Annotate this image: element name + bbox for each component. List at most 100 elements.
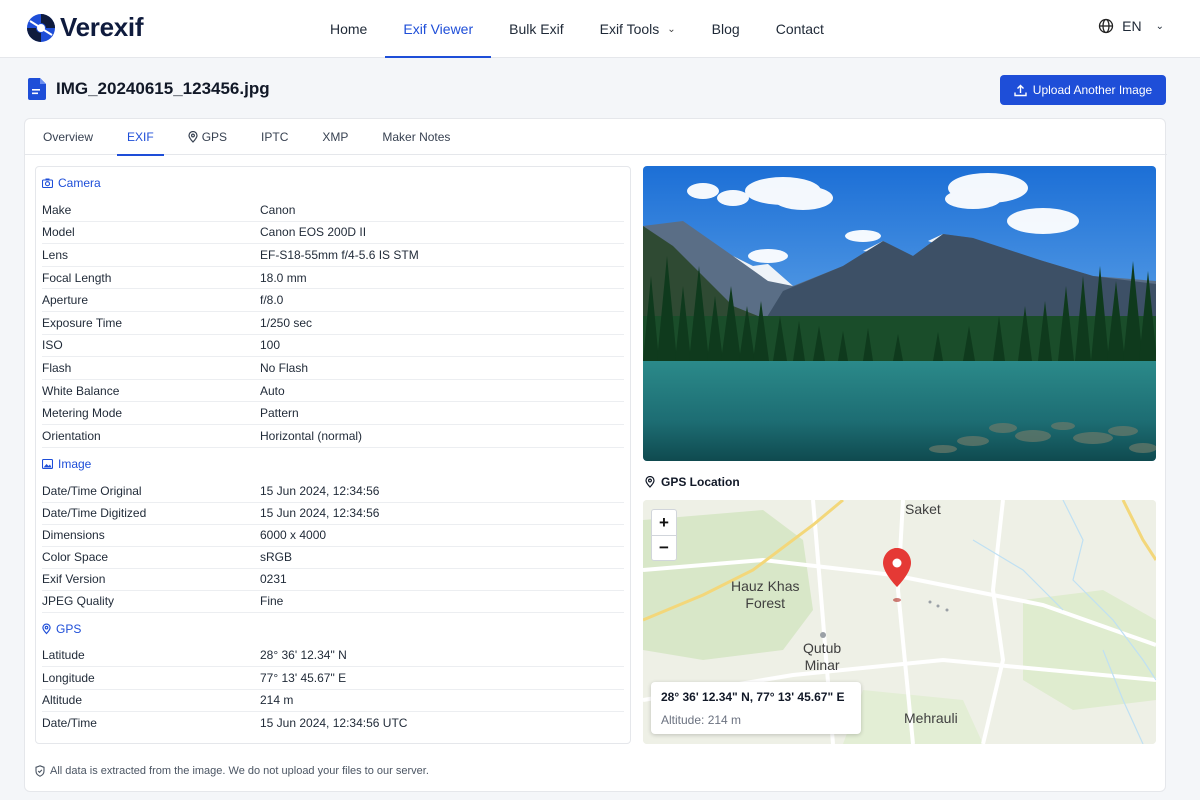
table-row: Metering Mode Pattern bbox=[42, 402, 624, 425]
top-navbar: Verexif Home Exif Viewer Bulk Exif Exif … bbox=[0, 0, 1200, 58]
row-value: 0231 bbox=[260, 572, 287, 587]
tab-overview[interactable]: Overview bbox=[33, 119, 103, 155]
tab-label: Maker Notes bbox=[382, 130, 451, 144]
section-gps: GPS bbox=[42, 613, 624, 645]
row-value: Horizontal (normal) bbox=[260, 428, 363, 443]
row-key: Aperture bbox=[42, 293, 89, 308]
table-row: Lens EF-S18-55mm f/4-5.6 IS STM bbox=[42, 244, 624, 267]
map-altitude: Altitude: 214 m bbox=[661, 713, 742, 727]
gps-rows: Latitude 28° 36' 12.34" N Longitude 77° 13… bbox=[42, 645, 624, 735]
image-icon bbox=[42, 459, 53, 470]
main-nav: Home Exif Viewer Bulk Exif Exif Tools ⌄ B… bbox=[312, 0, 842, 58]
exif-card: Overview EXIF GPS IPTC XMP Maker Notes C… bbox=[24, 118, 1167, 792]
row-key: JPEG Quality bbox=[42, 594, 115, 609]
section-title: Image bbox=[58, 457, 92, 472]
row-key: Date/Time Digitized bbox=[42, 506, 147, 521]
nav-exif-tools[interactable]: Exif Tools ⌄ bbox=[582, 0, 694, 58]
row-key: Flash bbox=[42, 360, 72, 375]
row-value: 6000 x 4000 bbox=[260, 528, 327, 543]
tab-maker-notes[interactable]: Maker Notes bbox=[372, 119, 460, 155]
row-key: Make bbox=[42, 202, 72, 217]
section-image: Image bbox=[42, 448, 624, 481]
table-row: Date/Time 15 Jun 2024, 12:34:56 UTC bbox=[42, 712, 624, 735]
row-value: Canon EOS 200D II bbox=[260, 225, 367, 240]
row-key: Altitude bbox=[42, 693, 83, 708]
row-value: Auto bbox=[260, 383, 285, 398]
row-key: Color Space bbox=[42, 550, 109, 565]
row-value: sRGB bbox=[260, 550, 293, 565]
map-label-saket: Saket bbox=[905, 501, 941, 517]
map-pin-icon bbox=[645, 476, 655, 488]
section-title: Camera bbox=[58, 176, 101, 190]
zoom-in-button[interactable]: + bbox=[652, 510, 676, 535]
row-value: 15 Jun 2024, 12:34:56 bbox=[260, 506, 380, 521]
row-key: Metering Mode bbox=[42, 406, 123, 421]
tab-exif[interactable]: EXIF bbox=[117, 119, 164, 156]
privacy-note-text: All data is extracted from the image. We… bbox=[50, 765, 429, 777]
section-title: GPS bbox=[56, 621, 82, 636]
file-icon bbox=[28, 78, 46, 100]
nav-contact[interactable]: Contact bbox=[758, 0, 842, 58]
metadata-tabs: Overview EXIF GPS IPTC XMP Maker Notes bbox=[25, 119, 1167, 156]
row-key: Longitude bbox=[42, 670, 95, 685]
upload-another-image-button[interactable]: Upload Another Image bbox=[1000, 75, 1166, 105]
row-value: 18.0 mm bbox=[260, 270, 307, 285]
row-value: 100 bbox=[260, 338, 281, 353]
map-zoom-controls: + − bbox=[651, 509, 677, 561]
tab-label: GPS bbox=[201, 130, 228, 144]
row-key: Date/Time bbox=[42, 716, 97, 731]
table-row: Orientation Horizontal (normal) bbox=[42, 425, 624, 448]
tab-xmp[interactable]: XMP bbox=[312, 119, 358, 155]
row-key: Date/Time Original bbox=[42, 484, 142, 499]
tab-label: XMP bbox=[322, 130, 349, 144]
row-value: 15 Jun 2024, 12:34:56 bbox=[260, 484, 380, 499]
tab-gps[interactable]: GPS bbox=[178, 119, 237, 155]
language-label: EN bbox=[1122, 18, 1142, 34]
table-row: White Balance Auto bbox=[42, 380, 624, 403]
table-row: Longitude 77° 13' 45.67" E bbox=[42, 667, 624, 690]
nav-bulk-exif[interactable]: Bulk Exif bbox=[491, 0, 581, 58]
nav-blog[interactable]: Blog bbox=[694, 0, 758, 58]
map-label-mehrauli: Mehrauli bbox=[904, 710, 958, 726]
language-selector[interactable]: EN ⌄ bbox=[1098, 18, 1164, 34]
zoom-out-button[interactable]: − bbox=[652, 535, 676, 560]
row-key: Exif Version bbox=[42, 572, 106, 587]
table-row: Exif Version 0231 bbox=[42, 569, 624, 591]
table-row: Date/Time Digitized 15 Jun 2024, 12:34:56 bbox=[42, 503, 624, 525]
brand-logo[interactable]: Verexif bbox=[26, 12, 143, 43]
map-label-hauz-khas: Hauz Khas Forest bbox=[731, 578, 800, 611]
file-header: IMG_20240615_123456.jpg bbox=[28, 78, 270, 100]
table-row: Color Space sRGB bbox=[42, 547, 624, 569]
nav-home[interactable]: Home bbox=[312, 0, 385, 58]
map-pin-icon bbox=[42, 623, 51, 634]
row-value: Pattern bbox=[260, 406, 299, 421]
map-coordinates: 28° 36' 12.34" N, 77° 13' 45.67" E bbox=[661, 690, 845, 704]
row-value: 214 m bbox=[260, 693, 294, 708]
shield-icon bbox=[35, 765, 45, 777]
tab-iptc[interactable]: IPTC bbox=[251, 119, 298, 155]
gps-map[interactable]: + − Saket Hauz Khas Forest Qutub Minar M… bbox=[643, 500, 1156, 744]
nav-label: Exif Tools bbox=[599, 21, 660, 37]
section-camera: Camera bbox=[42, 167, 624, 199]
row-key: Latitude bbox=[42, 648, 85, 663]
row-key: Orientation bbox=[42, 428, 101, 443]
brand-name: Verexif bbox=[60, 12, 144, 42]
table-row: JPEG Quality Fine bbox=[42, 591, 624, 613]
chevron-down-icon: ⌄ bbox=[1155, 20, 1164, 32]
row-key: Model bbox=[42, 225, 75, 240]
table-row: Altitude 214 m bbox=[42, 690, 624, 713]
privacy-note: All data is extracted from the image. We… bbox=[35, 765, 429, 777]
image-preview[interactable] bbox=[643, 166, 1156, 461]
table-row: Model Canon EOS 200D II bbox=[42, 222, 624, 245]
row-key: Exposure Time bbox=[42, 315, 123, 330]
upload-icon bbox=[1014, 84, 1027, 96]
table-row: Latitude 28° 36' 12.34" N bbox=[42, 645, 624, 668]
table-row: Flash No Flash bbox=[42, 357, 624, 380]
row-value: f/8.0 bbox=[260, 293, 284, 308]
gps-location-title: GPS Location bbox=[661, 475, 740, 489]
row-key: Focal Length bbox=[42, 270, 112, 285]
landscape-photo bbox=[643, 166, 1156, 461]
nav-exif-viewer[interactable]: Exif Viewer bbox=[385, 0, 491, 58]
table-row: Focal Length 18.0 mm bbox=[42, 267, 624, 290]
table-row: Make Canon bbox=[42, 199, 624, 222]
